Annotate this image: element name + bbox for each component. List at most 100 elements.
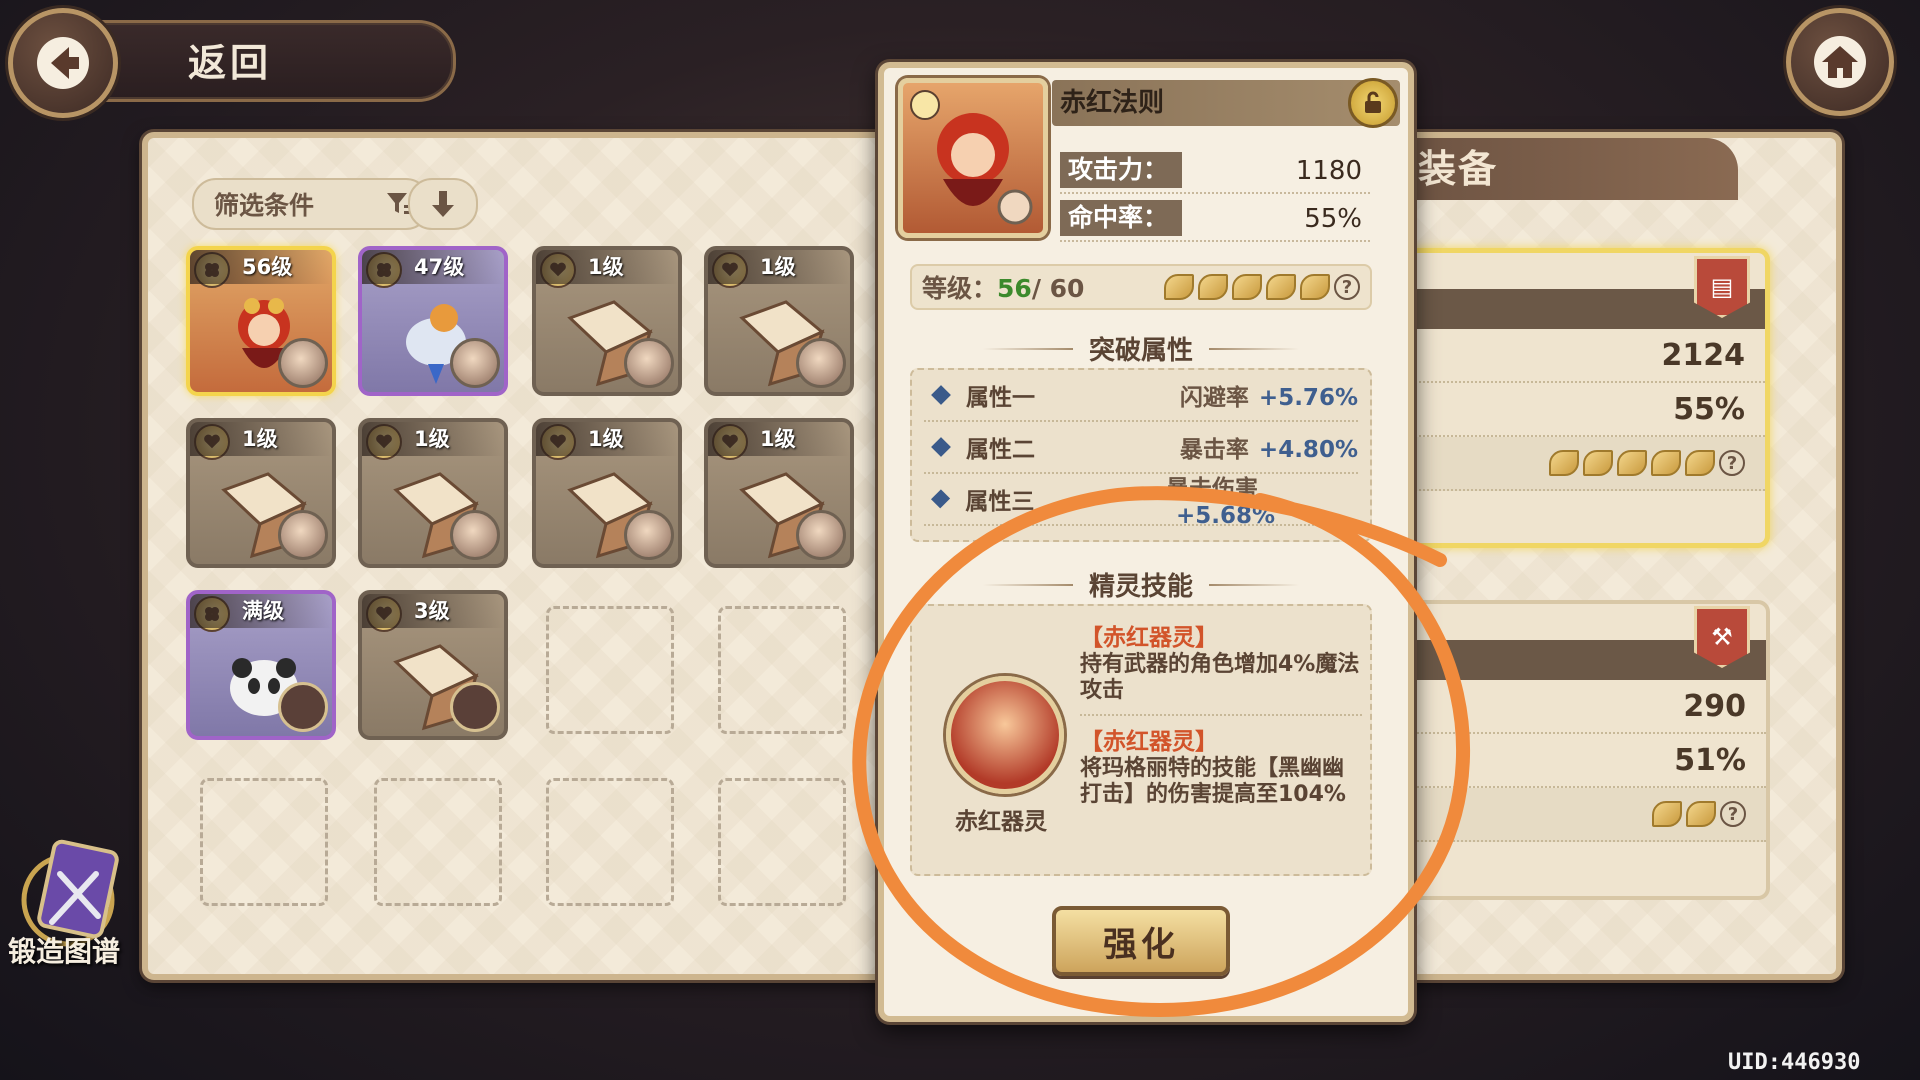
item-level: 1级 — [190, 422, 332, 456]
stat-row-attack: 攻击力： 1180 — [1060, 148, 1370, 194]
back-arrow-icon — [37, 37, 89, 89]
filter-button[interactable]: 筛选条件 — [192, 178, 430, 230]
level-current: 56 — [997, 274, 1032, 303]
stat-value: 1180 — [1295, 156, 1362, 186]
empty-slot — [718, 606, 846, 734]
item-card[interactable]: 1级 — [186, 418, 336, 568]
skill-name: 【赤红器灵】 — [1080, 729, 1218, 755]
item-level: 1级 — [536, 422, 678, 456]
leaf-star-icon — [1583, 450, 1613, 476]
lock-icon[interactable] — [1348, 78, 1398, 128]
skill-section-title: 精灵技能 — [906, 566, 1376, 603]
leaf-star-icon — [1266, 274, 1296, 300]
item-card[interactable]: 1级 — [704, 246, 854, 396]
skill-description: 将玛格丽特的技能【黑幽幽打击】的伤害提高至104% — [1080, 756, 1346, 807]
item-card[interactable]: 1级 — [532, 246, 682, 396]
home-icon — [1814, 36, 1866, 88]
item-card[interactable]: 1级 — [358, 418, 508, 568]
skill-name: 【赤红器灵】 — [1080, 625, 1218, 651]
attribute-value: +4.80% — [1258, 437, 1358, 463]
level-label: 等级： — [922, 274, 998, 303]
sort-button[interactable] — [408, 178, 478, 230]
item-card[interactable]: 56级 — [186, 246, 336, 396]
spirit-name: 赤红器灵 — [955, 809, 1047, 835]
back-button[interactable] — [8, 8, 118, 118]
leaf-star-icon — [1300, 274, 1330, 300]
filter-label: 筛选条件 — [214, 191, 315, 220]
back-label: 返回 — [188, 41, 273, 85]
attribute-list: 属性一 闪避率 +5.76% 属性二 暴击率 +4.80% 属性三 暴击伤害+5.6… — [910, 368, 1372, 542]
equipment-level-row: ? — [1410, 788, 1766, 842]
forge-recipe-label: 锻造图谱 — [8, 935, 121, 968]
owner-avatar-icon — [450, 510, 500, 560]
attribute-value: +5.76% — [1258, 385, 1358, 411]
help-icon[interactable]: ? — [1334, 274, 1360, 300]
ornament-left — [982, 583, 1073, 586]
owner-avatar-icon — [624, 510, 674, 560]
equipment-stat: 290 — [1410, 680, 1766, 734]
attribute-stat: 暴击伤害 — [1165, 476, 1258, 502]
star-leaves: ? — [1164, 274, 1360, 300]
stat-value: 55% — [1304, 204, 1362, 234]
attribute-name: 属性一 — [966, 385, 1035, 411]
owner-avatar-icon — [624, 338, 674, 388]
ornament-right — [1209, 347, 1299, 350]
scroll-badge-icon — [450, 682, 500, 732]
arrow-down-icon — [432, 191, 454, 217]
item-level: 47级 — [362, 250, 504, 284]
help-icon[interactable]: ? — [1719, 450, 1745, 476]
stat-row-accuracy: 命中率： 55% — [1060, 196, 1370, 242]
equipment-stat: 2124 — [1411, 329, 1765, 383]
item-portrait — [898, 78, 1048, 238]
diamond-bullet-icon — [931, 437, 951, 457]
item-card[interactable]: 47级 — [358, 246, 508, 396]
spirit-portrait[interactable] — [946, 676, 1064, 794]
empty-slot — [374, 778, 502, 906]
stat-label: 攻击力： — [1060, 152, 1182, 188]
leaf-star-icon — [1232, 274, 1262, 300]
ornament-left — [982, 347, 1073, 350]
leaf-star-icon — [1164, 274, 1194, 300]
attribute-name: 属性二 — [966, 437, 1035, 463]
enhance-button[interactable]: 强化 — [1052, 906, 1230, 976]
skill-entry: 【赤红器灵】 持有武器的角色增加4%魔法攻击 — [1080, 618, 1362, 704]
level-max: / 60 — [1031, 274, 1085, 303]
empty-slot — [546, 778, 674, 906]
item-level: 1级 — [362, 422, 504, 456]
empty-slot — [200, 778, 328, 906]
diamond-bullet-icon — [931, 489, 951, 509]
item-level: 1级 — [536, 250, 678, 284]
attribute-row: 属性二 暴击率 +4.80% — [924, 422, 1358, 474]
item-card[interactable]: 满级 — [186, 590, 336, 740]
item-card[interactable]: 3级 — [358, 590, 508, 740]
item-level: 1级 — [708, 250, 850, 284]
character-art-icon — [910, 90, 1033, 225]
scroll-badge-icon — [278, 682, 328, 732]
attribute-name: 属性三 — [965, 489, 1035, 515]
leaf-star-icon — [1651, 450, 1681, 476]
item-card[interactable]: 1级 — [704, 418, 854, 568]
equipment-stat: 51% — [1410, 734, 1766, 788]
owner-avatar-icon — [278, 338, 328, 388]
diamond-bullet-icon — [931, 385, 951, 405]
empty-slot — [546, 606, 674, 734]
star-leaves: ? — [1549, 450, 1745, 476]
item-level: 56级 — [190, 250, 332, 284]
leaf-star-icon — [1685, 450, 1715, 476]
item-level: 1级 — [708, 422, 850, 456]
breakthrough-section-title: 突破属性 — [906, 330, 1376, 367]
equipment-title: 装备 — [1412, 138, 1738, 200]
leaf-star-icon — [1652, 801, 1682, 827]
attribute-stat: 暴击率 — [1179, 437, 1249, 463]
home-button[interactable] — [1786, 8, 1894, 116]
owner-avatar-icon — [796, 510, 846, 560]
owner-avatar-icon — [278, 510, 328, 560]
user-id: UID:446930 — [1728, 1050, 1861, 1075]
owner-avatar-icon — [796, 338, 846, 388]
ornament-right — [1209, 583, 1299, 586]
item-card[interactable]: 1级 — [532, 418, 682, 568]
leaf-star-icon — [1686, 801, 1716, 827]
leaf-star-icon — [1617, 450, 1647, 476]
help-icon[interactable]: ? — [1720, 801, 1746, 827]
attribute-stat: 闪避率 — [1179, 385, 1249, 411]
